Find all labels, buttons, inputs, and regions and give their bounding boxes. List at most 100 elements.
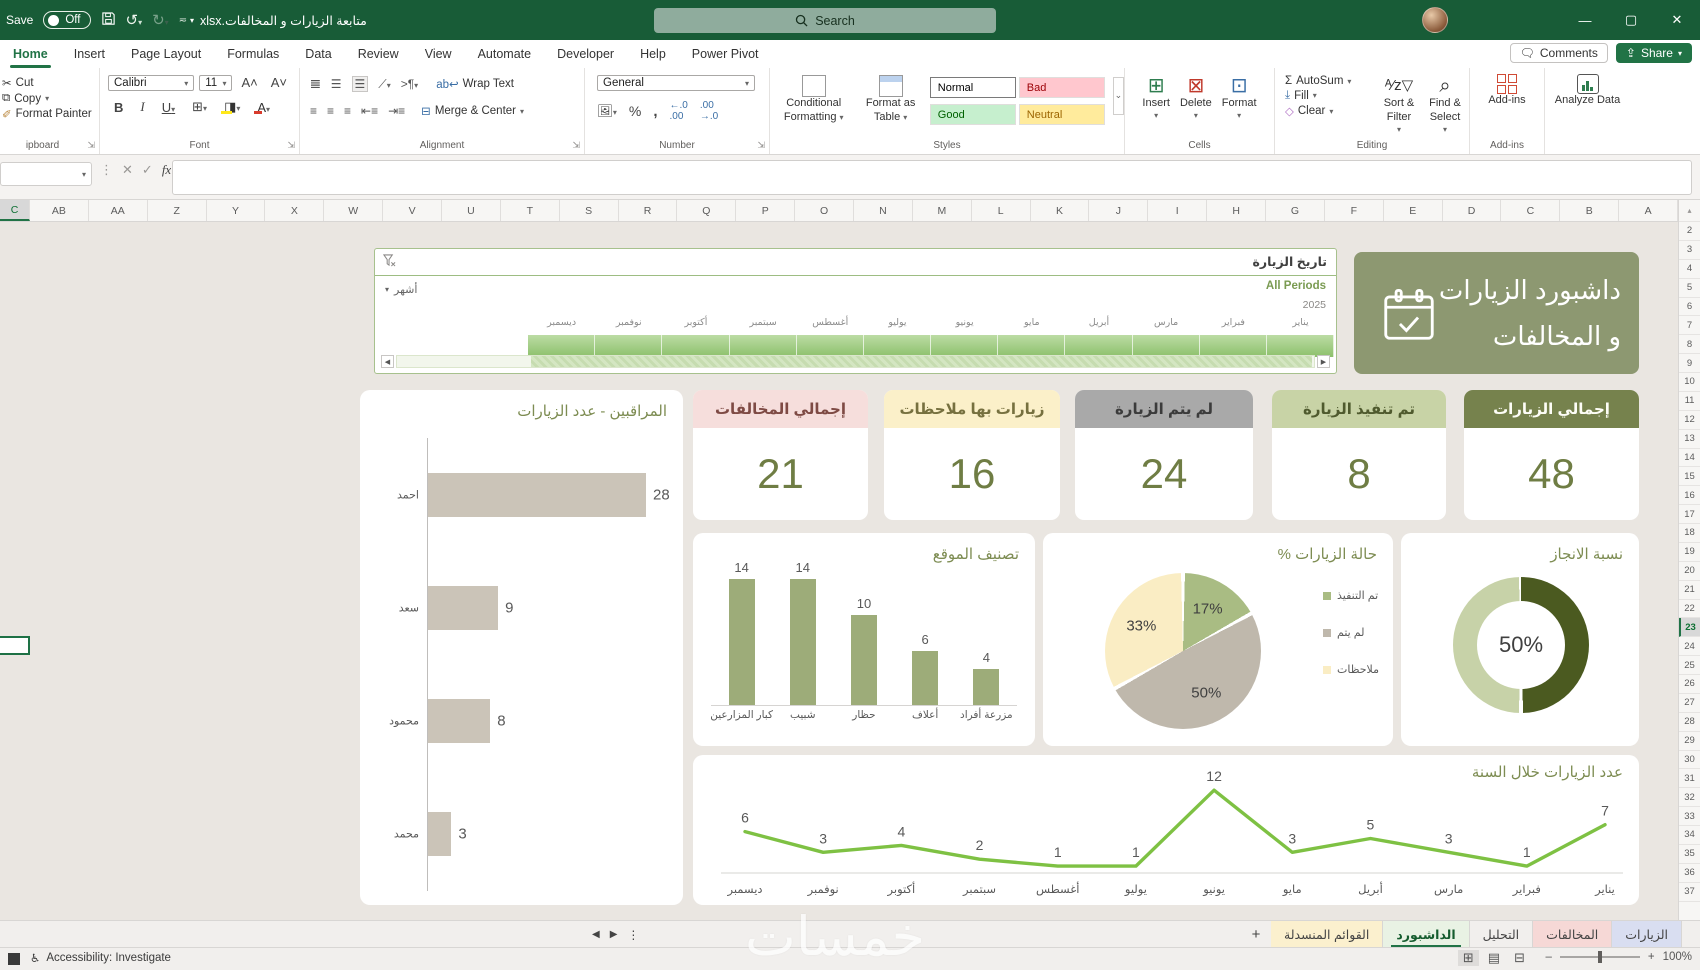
row-header-15[interactable]: 15	[1679, 467, 1700, 487]
styles-gallery-more-button[interactable]: ⌄	[1112, 77, 1124, 115]
bar-segment[interactable]	[428, 812, 452, 857]
slicer-month-segment[interactable]	[1199, 335, 1267, 357]
comma-style-icon[interactable]: ,	[653, 103, 657, 120]
minimize-button[interactable]: —	[1562, 0, 1608, 40]
column-header-K[interactable]: K	[1031, 200, 1090, 221]
row-header-12[interactable]: 12	[1679, 411, 1700, 430]
column-bar[interactable]	[912, 651, 939, 705]
column-header-AA[interactable]: AA	[89, 200, 148, 221]
copy-button[interactable]: ⧉ Copy ▾	[2, 92, 99, 105]
sheet-nav-right-icon[interactable]: ▶	[610, 929, 618, 940]
column-bar[interactable]	[789, 579, 816, 705]
row-header-16[interactable]: 16	[1679, 486, 1700, 506]
row-header-8[interactable]: 8	[1679, 335, 1700, 355]
align-center-icon[interactable]: ≡	[327, 104, 334, 118]
column-header-I[interactable]: I	[1148, 200, 1208, 221]
slicer-month-segment[interactable]	[1266, 335, 1335, 357]
ribbon-tab-view[interactable]: View	[412, 40, 465, 68]
row-header-34[interactable]: 34	[1679, 826, 1700, 845]
font-name-select[interactable]: Calibri ▾	[108, 75, 195, 91]
accessibility-status[interactable]: ♿ Accessibility: Investigate	[30, 951, 171, 965]
row-header-24[interactable]: 24	[1679, 637, 1700, 657]
cell-style-normal[interactable]: Normal	[929, 77, 1016, 98]
add-sheet-button[interactable]: +	[1241, 921, 1271, 948]
zoom-level[interactable]: 100%	[1663, 951, 1692, 963]
increase-indent-icon[interactable]: ⇥≡	[388, 104, 405, 118]
share-button[interactable]: ⇪ Share ▾	[1615, 43, 1692, 63]
column-header-Y[interactable]: Y	[207, 200, 266, 221]
zoom-in-icon[interactable]: +	[1648, 951, 1655, 963]
column-header-G[interactable]: G	[1266, 200, 1325, 221]
row-header-4[interactable]: 4	[1679, 260, 1700, 279]
zoom-slider-thumb[interactable]	[1597, 951, 1602, 963]
pie-legend-item[interactable]: لم يتم	[1323, 626, 1379, 639]
column-bar[interactable]	[728, 579, 755, 705]
analyze-data-button[interactable]: Analyze Data	[1545, 68, 1630, 112]
confirm-entry-icon[interactable]: ✓	[142, 162, 153, 178]
decrease-font-icon[interactable]: A˅	[267, 75, 291, 91]
slicer-month-segment[interactable]	[1065, 335, 1133, 357]
borders-button[interactable]: ⊞▾	[188, 99, 211, 115]
column-header-A[interactable]: A	[1619, 200, 1679, 221]
row-header-11[interactable]: 11	[1679, 392, 1700, 411]
row-header-20[interactable]: 20	[1679, 562, 1700, 581]
sort-filter-button[interactable]: ᴬ⁄z▽ Sort & Filter ▾	[1377, 71, 1421, 139]
cancel-entry-icon[interactable]: ✕	[122, 162, 133, 178]
search-input[interactable]: Search	[654, 8, 996, 33]
text-direction-icon[interactable]: >¶▾	[401, 77, 418, 91]
column-header-M[interactable]: M	[913, 200, 972, 221]
cut-button[interactable]: ✂ Cut	[2, 76, 99, 90]
row-header-37[interactable]: 37	[1679, 883, 1700, 902]
timeline-slicer[interactable]: تاريخ الزيارة ▾ أشهر All Periods 2025 ديس…	[374, 248, 1337, 374]
sheet-tab-القوائم المنسدلة[interactable]: القوائم المنسدلة	[1271, 921, 1384, 948]
sheet-tab-الزيارات[interactable]: الزيارات	[1612, 921, 1682, 948]
ribbon-tab-formulas[interactable]: Formulas	[214, 40, 292, 68]
row-header-36[interactable]: 36	[1679, 864, 1700, 883]
autosum-button[interactable]: Σ AutoSum ▾	[1285, 75, 1351, 87]
orientation-icon[interactable]: ⟋▾	[378, 77, 390, 92]
zoom-slider[interactable]	[1559, 951, 1640, 963]
column-header-T[interactable]: T	[501, 200, 560, 221]
cell-style-bad[interactable]: Bad	[1018, 77, 1105, 98]
bar-segment[interactable]	[428, 699, 491, 744]
row-header-23[interactable]: 23	[1679, 618, 1700, 638]
avatar[interactable]	[1422, 7, 1448, 33]
increase-font-icon[interactable]: A˄	[237, 75, 261, 91]
slicer-month-segment[interactable]	[1132, 335, 1200, 357]
column-header-Q[interactable]: Q	[677, 200, 737, 221]
ribbon-tab-page-layout[interactable]: Page Layout	[118, 40, 214, 68]
undo-icon[interactable]: ↺▾	[126, 11, 143, 29]
cell-style-neutral[interactable]: Neutral	[1018, 104, 1105, 126]
page-break-view-icon[interactable]: ⊟	[1509, 950, 1530, 966]
maximize-button[interactable]: ▢	[1608, 0, 1654, 40]
column-header-S[interactable]: S	[560, 200, 619, 221]
ribbon-tab-data[interactable]: Data	[292, 40, 344, 68]
column-header-R[interactable]: R	[619, 200, 678, 221]
column-header-H[interactable]: H	[1207, 200, 1267, 221]
insert-cells-button[interactable]: ⊞ Insert ▾	[1137, 71, 1175, 125]
row-header-5[interactable]: 5	[1679, 279, 1700, 298]
align-left-icon[interactable]: ≡	[310, 104, 317, 118]
delete-cells-button[interactable]: ⊠ Delete ▾	[1175, 71, 1217, 125]
insert-function-button[interactable]: fx	[162, 162, 171, 178]
row-header-27[interactable]: 27	[1679, 694, 1700, 713]
slicer-month-segment[interactable]	[528, 335, 596, 357]
sheet-canvas[interactable]: داشبورد الزيارات و المخالفات تاريخ الزيار…	[0, 222, 1678, 920]
row-header-30[interactable]: 30	[1679, 751, 1700, 770]
sheet-tab-المخالفات[interactable]: المخالفات	[1533, 921, 1613, 948]
row-header-28[interactable]: 28	[1679, 713, 1700, 732]
bar-segment[interactable]	[428, 472, 646, 517]
align-bottom-icon[interactable]: ☰	[351, 76, 369, 92]
active-cell[interactable]	[0, 636, 30, 655]
slicer-month-segment[interactable]	[863, 335, 932, 357]
workbook-title[interactable]: متابعة الزيارات و المخالفات.xlsx ▾	[190, 0, 367, 40]
column-header-C[interactable]: C	[1501, 200, 1561, 221]
addins-button[interactable]: Add-ins	[1470, 68, 1544, 112]
row-header-13[interactable]: 13	[1679, 430, 1700, 449]
row-header-33[interactable]: 33	[1679, 807, 1700, 826]
underline-button[interactable]: U▾	[158, 100, 179, 115]
slicer-month-segment[interactable]	[662, 335, 730, 357]
decrease-indent-icon[interactable]: ⇤≡	[361, 104, 378, 118]
slicer-month-segment[interactable]	[729, 335, 797, 357]
slicer-month-segment[interactable]	[931, 335, 999, 357]
